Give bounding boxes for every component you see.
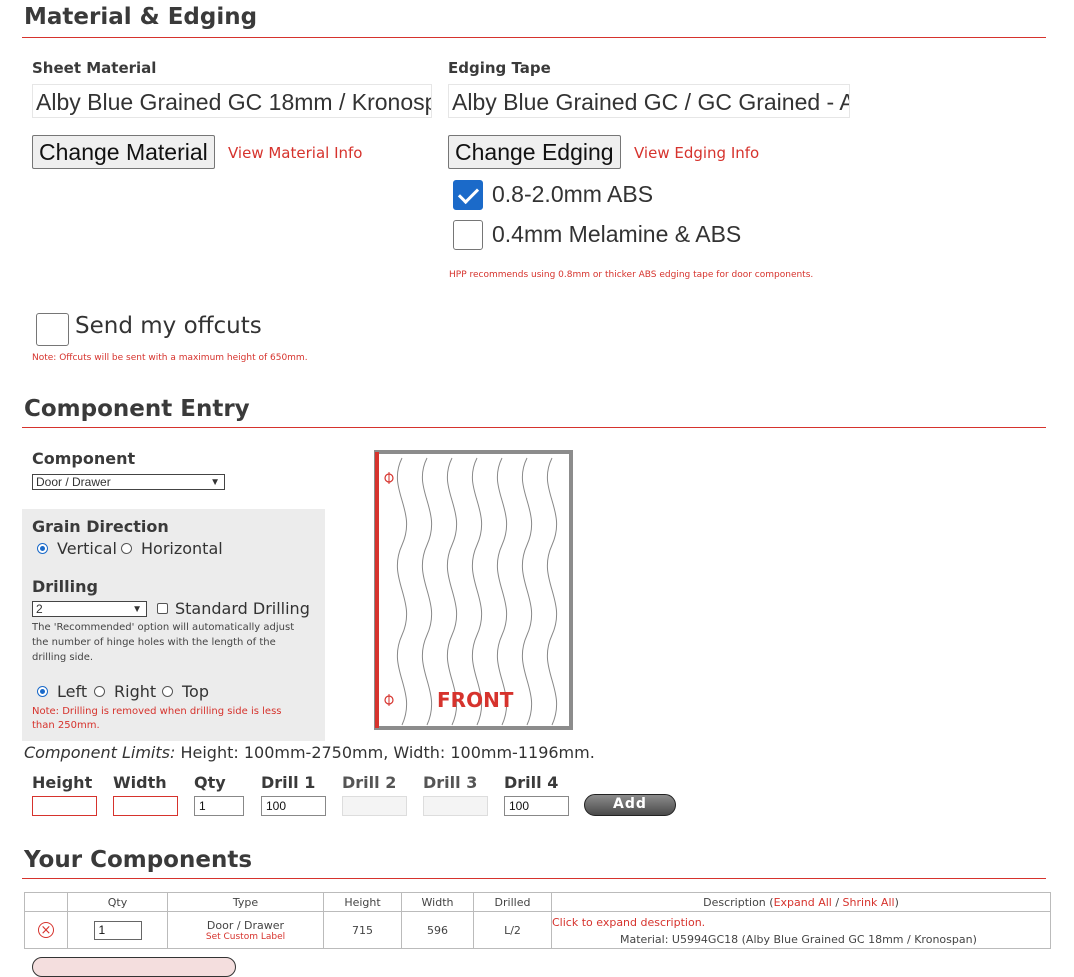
width-input[interactable]: [113, 796, 178, 816]
drilling-help-text: The 'Recommended' option will automatica…: [32, 622, 295, 663]
drill2-label: Drill 2: [342, 773, 397, 792]
height-column-header: Height: [323, 892, 402, 912]
remove-column-header: [24, 892, 68, 912]
chevron-down-icon: ▼: [132, 604, 142, 615]
expand-description-link[interactable]: Click to expand description.: [553, 916, 706, 929]
drill-side-top-label: Top: [182, 682, 209, 701]
grain-horizontal-label: Horizontal: [141, 539, 223, 558]
description-column-header: Description (Expand All / Shrink All): [551, 892, 1051, 912]
drill-side-right-label: Right: [114, 682, 157, 701]
send-offcuts-checkbox[interactable]: [36, 313, 69, 346]
row-material-text: Material: U5994GC18 (Alby Blue Grained G…: [620, 933, 977, 946]
offcuts-note: Note: Offcuts will be sent with a maximu…: [32, 353, 308, 363]
view-edging-info-link[interactable]: View Edging Info: [634, 144, 759, 162]
row-height: 715: [323, 911, 402, 949]
section-divider: [22, 37, 1046, 38]
component-limits-prefix: Component Limits:: [24, 743, 176, 762]
qty-cell: 1: [67, 911, 168, 949]
drill4-input[interactable]: 100: [504, 796, 569, 816]
row-width: 596: [401, 911, 474, 949]
component-limits: Component Limits: Height: 100mm-2750mm, …: [24, 743, 595, 762]
grain-direction-label: Grain Direction: [32, 517, 169, 536]
component-select[interactable]: Door / Drawer ▼: [32, 474, 225, 490]
drilled-column-header: Drilled: [473, 892, 552, 912]
melamine-edging-label: 0.4mm Melamine & ABS: [492, 221, 742, 247]
description-cell: Click to expand description. Material: U…: [551, 911, 1051, 949]
drill3-input[interactable]: [423, 796, 488, 816]
table-row: × 1 Door / Drawer Set Custom Label 715 5…: [24, 911, 1051, 949]
component-limits-text: Height: 100mm-2750mm, Width: 100mm-1196m…: [180, 743, 595, 762]
qty-label: Qty: [194, 773, 226, 792]
section-divider: [22, 427, 1046, 428]
drill-side-right-radio[interactable]: [94, 686, 105, 697]
height-label: Height: [32, 773, 93, 792]
drilling-select[interactable]: 2 ▼: [32, 601, 147, 617]
send-offcuts-label: Send my offcuts: [75, 313, 262, 339]
door-outline: [374, 450, 573, 730]
component-label: Component: [32, 449, 136, 468]
abs-edging-checkbox[interactable]: [453, 180, 483, 210]
change-material-button[interactable]: Change Material: [32, 135, 215, 169]
drilling-select-value: 2: [36, 602, 43, 616]
component-select-value: Door / Drawer: [36, 475, 111, 489]
width-column-header: Width: [401, 892, 474, 912]
section-divider: [22, 878, 1046, 879]
qty-input[interactable]: 1: [194, 796, 244, 816]
add-component-button[interactable]: Add: [584, 794, 676, 816]
drill4-label: Drill 4: [504, 773, 559, 792]
header-separator: /: [831, 895, 843, 909]
row-drilled: L/2: [473, 911, 552, 949]
standard-drilling-checkbox[interactable]: [157, 603, 168, 614]
melamine-edging-checkbox[interactable]: [453, 220, 483, 250]
drill3-label: Drill 3: [423, 773, 478, 792]
chevron-down-icon: ▼: [210, 477, 220, 488]
grain-vertical-radio[interactable]: [37, 543, 48, 554]
shrink-all-link[interactable]: Shrink All: [843, 896, 895, 909]
view-material-info-link[interactable]: View Material Info: [228, 144, 362, 162]
abs-edging-label: 0.8-2.0mm ABS: [492, 181, 654, 207]
drill-side-left-radio[interactable]: [37, 686, 48, 697]
description-header-suffix: ): [894, 895, 899, 909]
drill-side-top-radio[interactable]: [162, 686, 173, 697]
grain-vertical-label: Vertical: [57, 539, 117, 558]
components-table: Qty Type Height Width Drilled Descriptio…: [24, 892, 1051, 949]
your-components-title: Your Components: [24, 847, 253, 873]
sheet-material-field[interactable]: Alby Blue Grained GC 18mm / Kronospan: [32, 84, 432, 118]
standard-drilling-label: Standard Drilling: [175, 599, 310, 618]
drill1-input[interactable]: 100: [261, 796, 326, 816]
drill1-label: Drill 1: [261, 773, 316, 792]
type-cell: Door / Drawer Set Custom Label: [167, 911, 324, 949]
row-qty-input[interactable]: 1: [93, 920, 142, 940]
qty-column-header: Qty: [67, 892, 168, 912]
remove-row-icon[interactable]: ×: [38, 922, 54, 938]
remove-cell: ×: [24, 911, 68, 949]
row-type: Door / Drawer: [206, 918, 285, 932]
set-custom-label-link[interactable]: Set Custom Label: [168, 932, 323, 942]
material-section-title: Material & Edging: [24, 4, 258, 30]
drilling-label: Drilling: [32, 577, 98, 596]
partial-button[interactable]: [32, 957, 236, 977]
preview-front-label: FRONT: [437, 688, 514, 712]
expand-all-link[interactable]: Expand All: [774, 896, 832, 909]
edging-tape-field[interactable]: Alby Blue Grained GC / GC Grained - ABS: [448, 84, 850, 118]
edging-note: HPP recommends using 0.8mm or thicker AB…: [449, 270, 814, 280]
table-header-row: Qty Type Height Width Drilled Descriptio…: [24, 892, 1051, 912]
component-entry-title: Component Entry: [24, 396, 250, 422]
drill-side-left-label: Left: [57, 682, 88, 701]
height-input[interactable]: [32, 796, 97, 816]
description-header-prefix: Description (: [703, 895, 774, 909]
sheet-material-label: Sheet Material: [32, 59, 157, 77]
change-edging-button[interactable]: Change Edging: [448, 135, 621, 169]
drilling-note: Note: Drilling is removed when drilling …: [32, 706, 282, 731]
edging-tape-label: Edging Tape: [448, 59, 551, 77]
type-column-header: Type: [167, 892, 324, 912]
width-label: Width: [113, 773, 167, 792]
grain-horizontal-radio[interactable]: [121, 543, 132, 554]
drill2-input[interactable]: [342, 796, 407, 816]
